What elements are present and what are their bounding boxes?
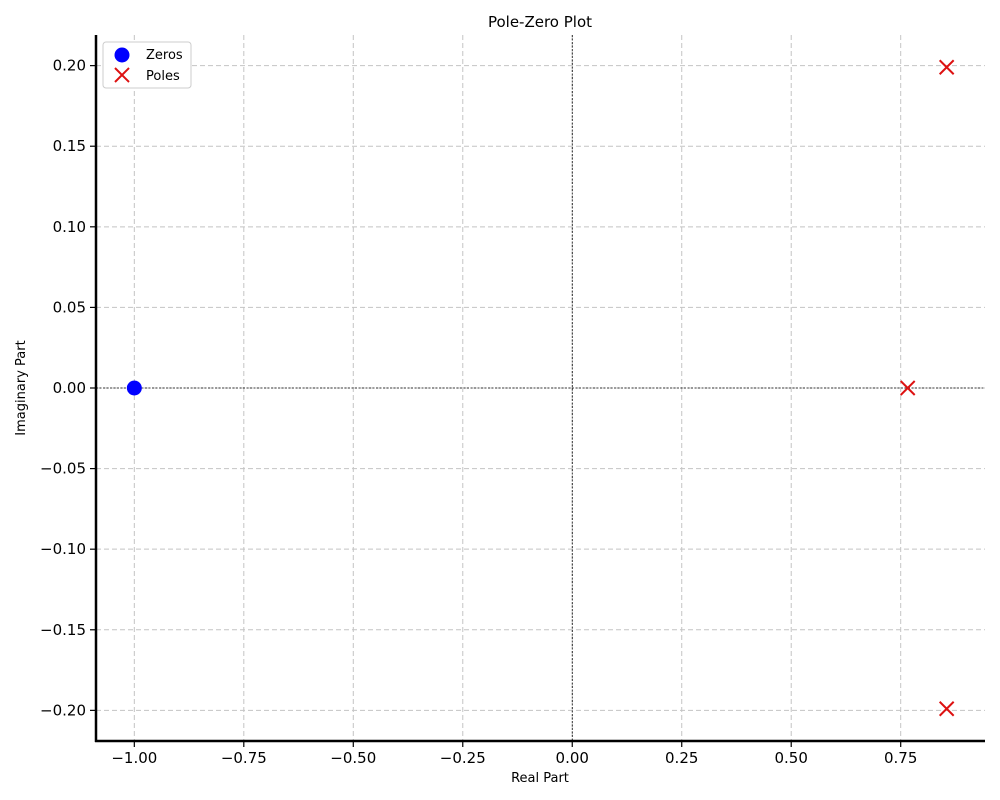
pole-zero-chart: −1.00 −0.75 −0.50 −0.25 0.00 0.25 0.50 0.75 −0.… [14, 13, 985, 786]
y-tick-label: −0.05 [40, 460, 86, 478]
y-axis-label: Imaginary Part [14, 340, 29, 435]
legend: Zeros Poles [102, 41, 192, 89]
legend-zeros-marker [114, 47, 130, 63]
y-tick-label: −0.10 [40, 540, 86, 558]
x-tick-label: 0.75 [884, 749, 917, 767]
y-tick-label: 0.00 [53, 379, 86, 397]
y-tick-label: 0.10 [53, 218, 86, 236]
y-tick-label: 0.20 [53, 57, 86, 75]
x-tick-label: 0.25 [665, 749, 698, 767]
y-tick-label: −0.15 [40, 621, 86, 639]
x-tick-label: −0.25 [440, 749, 486, 767]
x-tick-label: −0.75 [221, 749, 267, 767]
x-tick-label: −0.50 [330, 749, 376, 767]
y-tick-label: −0.20 [40, 701, 86, 719]
legend-zeros-label: Zeros [146, 48, 183, 63]
y-tick-label: 0.05 [53, 298, 86, 316]
chart-title: Pole-Zero Plot [488, 13, 592, 31]
pole-marker [938, 59, 955, 75]
legend-poles-label: Poles [146, 69, 180, 84]
y-tick-label: 0.15 [53, 137, 86, 155]
x-tick-label: −1.00 [111, 749, 157, 767]
x-axis-label: Real Part [511, 771, 569, 786]
y-ticks: −0.20 −0.15 −0.10 −0.05 0.00 0.05 0.10 0.15 0.20 [40, 57, 96, 719]
zero-marker [126, 380, 142, 396]
x-ticks: −1.00 −0.75 −0.50 −0.25 0.00 0.25 0.50 0.75 [111, 741, 917, 767]
x-tick-label: 0.00 [556, 749, 589, 767]
pole-marker [938, 701, 955, 717]
x-tick-label: 0.50 [775, 749, 808, 767]
